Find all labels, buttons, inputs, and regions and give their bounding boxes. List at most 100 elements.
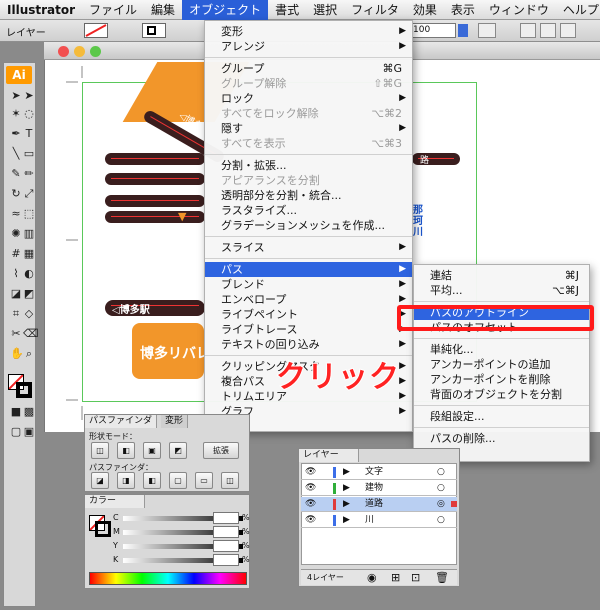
- color-spectrum[interactable]: [89, 572, 247, 585]
- menu-item[interactable]: ライブペイント ▶: [205, 307, 412, 322]
- new-layer-icon[interactable]: ⊡: [411, 571, 420, 584]
- tab-pathfinder[interactable]: パスファインダ: [85, 415, 158, 428]
- gradient-mode-icon[interactable]: ▩: [23, 406, 35, 418]
- crop-tool-icon[interactable]: ⌗: [10, 308, 22, 320]
- target-icon[interactable]: ◎: [437, 497, 445, 512]
- eye-icon[interactable]: 👁: [305, 513, 316, 528]
- crop-icon[interactable]: ▢: [169, 472, 187, 489]
- menu-item[interactable]: ラスタライズ...: [205, 203, 412, 218]
- menu-item[interactable]: アレンジ ▶: [205, 39, 412, 54]
- layer-row[interactable]: 👁 ▶ 建物 ○: [301, 481, 457, 496]
- channel-c-value[interactable]: [213, 512, 239, 524]
- menu-item[interactable]: 変形 ▶: [205, 24, 412, 39]
- menu-item[interactable]: 分割・拡張...: [205, 158, 412, 173]
- panel-icon[interactable]: [560, 23, 576, 38]
- target-icon[interactable]: ○: [437, 513, 445, 528]
- menu-view[interactable]: 表示: [444, 0, 482, 20]
- menu-item[interactable]: 隠す ▶: [205, 121, 412, 136]
- menu-filter[interactable]: フィルタ: [344, 0, 406, 20]
- blend-tool-icon[interactable]: ◐: [23, 268, 35, 280]
- channel-k-value[interactable]: [213, 554, 239, 566]
- rotate-tool-icon[interactable]: ↻: [10, 188, 22, 200]
- menu-item[interactable]: パスの削除...: [414, 431, 589, 446]
- scale-tool-icon[interactable]: ⤢: [23, 188, 35, 200]
- expand-button[interactable]: 拡張: [203, 442, 239, 459]
- scissors-tool-icon[interactable]: ✂: [10, 328, 22, 340]
- menu-item[interactable]: エンベロープ ▶: [205, 292, 412, 307]
- menu-effect[interactable]: 効果: [406, 0, 444, 20]
- merge-icon[interactable]: ◧: [143, 472, 161, 489]
- menu-item[interactable]: 段組設定...: [414, 409, 589, 424]
- menu-item[interactable]: 平均... ⌥⌘J: [414, 283, 589, 298]
- menu-item[interactable]: グラデーションメッシュを作成...: [205, 218, 412, 233]
- new-sublayer-icon[interactable]: ⊞: [391, 571, 400, 584]
- magic-wand-tool-icon[interactable]: ✶: [10, 108, 22, 120]
- eraser-tool-icon[interactable]: ⌫: [23, 328, 39, 340]
- menu-item[interactable]: ロック ▶: [205, 91, 412, 106]
- line-tool-icon[interactable]: ╲: [10, 148, 22, 160]
- stroke-swatch[interactable]: [142, 23, 166, 38]
- full-screen-mode-icon[interactable]: ▣: [23, 426, 35, 438]
- symbol-sprayer-tool-icon[interactable]: ✺: [10, 228, 22, 240]
- outline-icon[interactable]: ▭: [195, 472, 213, 489]
- layer-row[interactable]: 👁 ▶ 川 ○: [301, 513, 457, 528]
- rectangle-tool-icon[interactable]: ▭: [23, 148, 35, 160]
- make-clipping-mask-icon[interactable]: ◉: [367, 571, 377, 584]
- channel-y-value[interactable]: [213, 540, 239, 552]
- direct-selection-tool-icon[interactable]: ➤: [23, 90, 35, 102]
- unite-icon[interactable]: ◫: [91, 442, 109, 459]
- gradient-tool-icon[interactable]: ▦: [23, 248, 35, 260]
- eye-icon[interactable]: 👁: [305, 481, 316, 496]
- tab-layers[interactable]: レイヤー: [299, 449, 359, 462]
- mesh-tool-icon[interactable]: #: [10, 248, 22, 260]
- color-mode-icon[interactable]: ■: [10, 406, 22, 418]
- minus-back-icon[interactable]: ◫: [221, 472, 239, 489]
- minimize-icon[interactable]: [74, 46, 85, 57]
- pen-tool-icon[interactable]: ✒: [10, 128, 22, 140]
- menu-item[interactable]: ライブトレース ▶: [205, 322, 412, 337]
- close-icon[interactable]: [58, 46, 69, 57]
- tab-transform[interactable]: 変形: [161, 415, 189, 428]
- target-icon[interactable]: ○: [437, 465, 445, 480]
- channel-m-value[interactable]: [213, 526, 239, 538]
- warp-tool-icon[interactable]: ≈: [10, 208, 22, 220]
- expand-triangle-icon[interactable]: ▶: [343, 481, 350, 496]
- intersect-icon[interactable]: ▣: [143, 442, 161, 459]
- menu-item[interactable]: アンカーポイントの追加: [414, 357, 589, 372]
- lasso-tool-icon[interactable]: ◌: [23, 108, 35, 120]
- type-tool-icon[interactable]: T: [23, 128, 35, 140]
- opacity-field[interactable]: 100: [410, 23, 456, 38]
- expand-triangle-icon[interactable]: ▶: [343, 513, 350, 528]
- trim-icon[interactable]: ◨: [117, 472, 135, 489]
- zoom-icon[interactable]: [90, 46, 101, 57]
- menu-item[interactable]: 単純化...: [414, 342, 589, 357]
- menu-item[interactable]: スライス ▶: [205, 240, 412, 255]
- tab-color[interactable]: カラー: [85, 495, 145, 508]
- live-paint-select-icon[interactable]: ◩: [23, 288, 35, 300]
- layer-row[interactable]: 👁 ▶ 文字 ○: [301, 465, 457, 480]
- pencil-tool-icon[interactable]: ✏: [23, 168, 35, 180]
- align2-icon[interactable]: [540, 23, 556, 38]
- fill-swatch[interactable]: [84, 23, 108, 38]
- exclude-icon[interactable]: ◩: [169, 442, 187, 459]
- slice-tool-icon[interactable]: ◇: [23, 308, 35, 320]
- menu-item[interactable]: 透明部分を分割・統合...: [205, 188, 412, 203]
- layer-row-selected[interactable]: 👁 ▶ 道路 ◎: [301, 497, 457, 512]
- zoom-tool-icon[interactable]: ⌕: [23, 348, 35, 360]
- hand-tool-icon[interactable]: ✋: [10, 348, 24, 360]
- trash-icon[interactable]: 🗑: [435, 571, 449, 584]
- align-icon[interactable]: [520, 23, 536, 38]
- menu-type[interactable]: 書式: [268, 0, 306, 20]
- brush-tool-icon[interactable]: ✎: [10, 168, 22, 180]
- expand-triangle-icon[interactable]: ▶: [343, 497, 350, 512]
- target-icon[interactable]: ○: [437, 481, 445, 496]
- color-stroke-icon[interactable]: [95, 521, 111, 537]
- menu-object[interactable]: オブジェクト: [182, 0, 269, 20]
- brush-icon[interactable]: [478, 23, 496, 38]
- menu-item[interactable]: パス ▶: [205, 262, 412, 277]
- menu-item[interactable]: ブレンド ▶: [205, 277, 412, 292]
- menu-item[interactable]: テキストの回り込み ▶: [205, 337, 412, 352]
- free-transform-tool-icon[interactable]: ⬚: [23, 208, 35, 220]
- menu-help[interactable]: ヘルプ: [556, 0, 600, 20]
- menu-item[interactable]: アンカーポイントを削除: [414, 372, 589, 387]
